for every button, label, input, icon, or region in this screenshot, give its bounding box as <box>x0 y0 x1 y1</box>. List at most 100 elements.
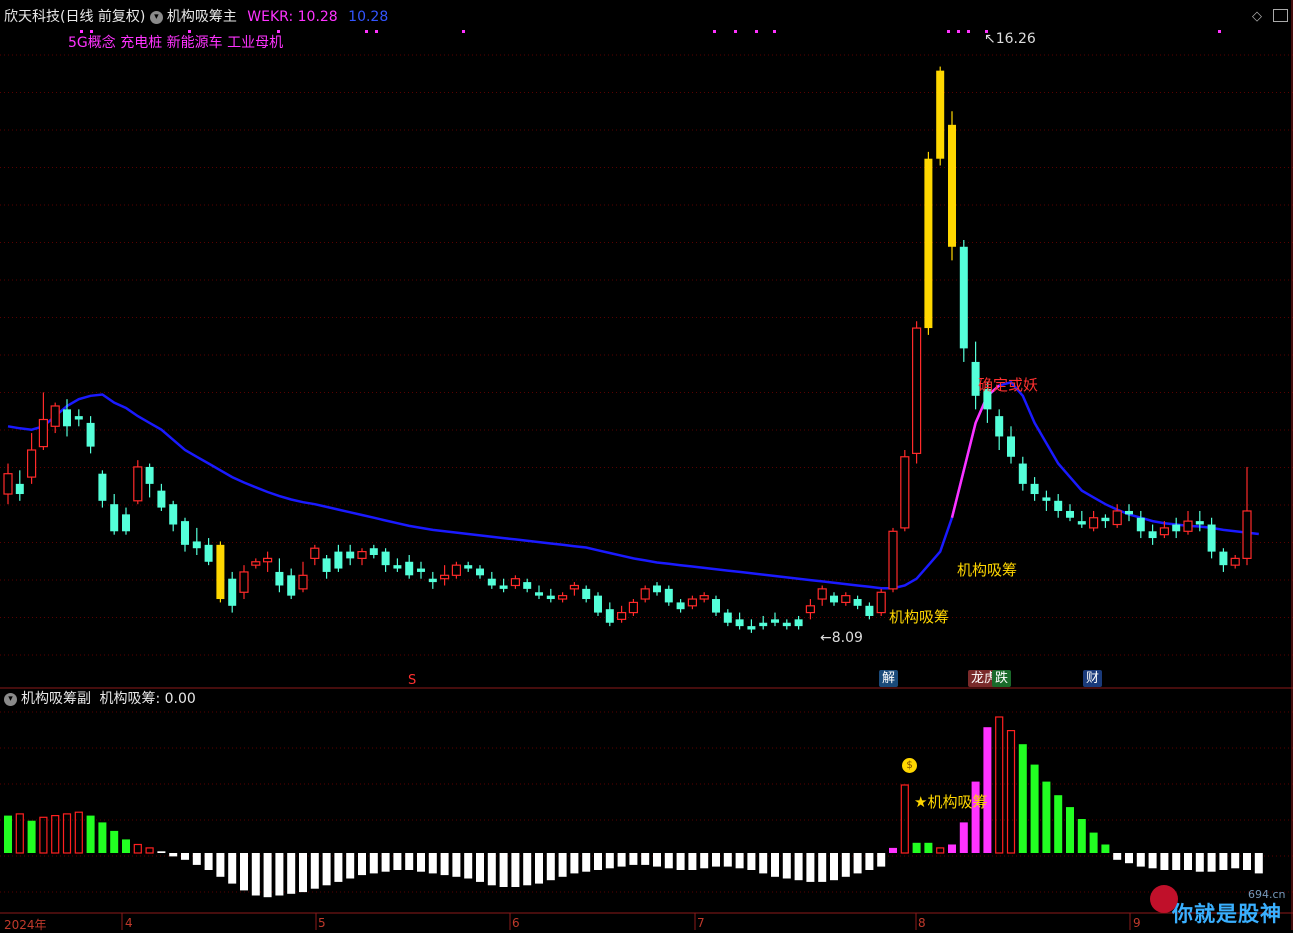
candle-body <box>841 595 851 604</box>
candle-body <box>747 626 756 630</box>
sub-bar <box>546 853 555 881</box>
candle-body <box>1054 500 1063 511</box>
sub-bar <box>1231 853 1240 869</box>
candle-body <box>653 585 661 593</box>
sub-bar <box>334 853 343 882</box>
sub-bar <box>381 853 390 872</box>
sub-bar <box>818 853 827 882</box>
signal-dot <box>462 30 465 33</box>
header-bar: 欣天科技(日线 前复权) ▾ 机构吸筹主 WEKR: 10.28 10.28 <box>4 8 388 26</box>
signal-dot <box>713 30 716 33</box>
event-die-tag[interactable]: 跌 <box>992 670 1012 687</box>
stock-name: 欣天科技 <box>4 9 60 25</box>
sub-bar <box>145 847 154 854</box>
sub-bar <box>487 853 496 886</box>
sub-bar <box>476 853 484 882</box>
candle-body <box>664 588 673 603</box>
sub-bar <box>570 853 579 874</box>
diamond-icon[interactable]: ◇ <box>1252 9 1262 24</box>
candle-body <box>1172 524 1181 532</box>
candle-body <box>1148 531 1157 539</box>
sub-bar <box>1160 853 1169 870</box>
sub-bar <box>157 851 166 853</box>
candle-body <box>865 605 874 616</box>
concept-tags: 5G概念 充电桩 新能源车 工业母机 <box>68 35 284 51</box>
candle-body <box>1195 521 1204 525</box>
sub-bar <box>1207 853 1216 872</box>
candle-body <box>936 70 945 159</box>
candle-body <box>322 558 331 572</box>
sub-bar <box>110 830 119 853</box>
candle-body <box>1125 510 1133 515</box>
sub-value: 0.00 <box>164 691 196 707</box>
candle-body <box>1219 551 1228 566</box>
candle-body <box>110 504 119 532</box>
sub-bar <box>169 853 178 857</box>
candle-body <box>900 456 910 529</box>
candle-body <box>298 574 308 590</box>
candle-body <box>157 490 166 508</box>
indicator-name[interactable]: 机构吸筹主 <box>167 9 237 25</box>
sub-bar <box>228 853 237 884</box>
signal-label-1: 机构吸筹 <box>889 608 950 626</box>
maximize-icon[interactable] <box>1273 9 1288 22</box>
candle-body <box>546 595 555 600</box>
event-s-tag[interactable]: S <box>405 672 419 689</box>
event-cai-tag[interactable]: 财 <box>1083 670 1103 687</box>
candle-body <box>676 602 685 610</box>
signal-dot <box>188 30 191 33</box>
sub-title[interactable]: 机构吸筹副 <box>21 691 91 707</box>
signal-label-2: 机构吸筹 <box>957 561 1018 579</box>
signal-dot <box>375 30 378 33</box>
sub-dropdown-icon[interactable]: ▾ <box>4 692 17 706</box>
candle-body <box>251 561 261 566</box>
candle-body <box>381 551 390 566</box>
money-bag-icon: $ <box>902 758 917 773</box>
sub-bar <box>735 853 744 869</box>
event-jie-tag[interactable]: 解 <box>879 670 899 687</box>
stock-chart-canvas[interactable] <box>0 0 1293 930</box>
sub-bar <box>558 853 567 877</box>
candle-body <box>853 599 862 606</box>
sub-bar <box>417 853 425 872</box>
signal-dot <box>80 30 83 33</box>
candle-body <box>830 595 838 603</box>
candle-body <box>417 568 425 572</box>
signal-dot <box>773 30 776 33</box>
sub-bar <box>1077 819 1086 853</box>
sub-bar <box>676 853 685 870</box>
candle-body <box>346 551 355 559</box>
signal-dot <box>967 30 970 33</box>
candle-body <box>628 601 639 614</box>
candle-body <box>735 619 744 627</box>
sub-bar <box>1018 744 1027 853</box>
sub-bar <box>1089 832 1098 853</box>
low-price-marker: ←8.09 <box>820 630 863 646</box>
sub-bar <box>275 853 284 896</box>
sub-panel-header: ▾ 机构吸筹副 机构吸筹: 0.00 <box>4 690 196 708</box>
ma-line <box>7 380 1259 590</box>
candle-body <box>1042 497 1051 501</box>
candle-body <box>357 551 367 559</box>
sub-bar <box>1148 853 1157 869</box>
sub-bar <box>499 853 508 887</box>
candle-body <box>1101 517 1110 522</box>
sub-bar <box>535 853 543 884</box>
sub-bar <box>617 853 626 867</box>
sub-bar <box>51 814 60 854</box>
signal-dot <box>90 30 93 33</box>
sub-bar <box>216 853 225 877</box>
candle-body <box>310 547 320 559</box>
sub-bar <box>1195 853 1204 872</box>
candle-body <box>275 571 284 586</box>
x-label-year: 2024年 <box>4 918 47 932</box>
candle-body <box>510 578 520 587</box>
candle-body <box>1136 517 1145 532</box>
candle-body <box>959 246 968 349</box>
candle-body <box>122 514 130 532</box>
x-label-m4: 4 <box>125 916 133 930</box>
candle-body <box>334 551 343 569</box>
sub-bar <box>936 847 945 854</box>
dropdown-icon[interactable]: ▾ <box>149 10 163 24</box>
candle-body <box>1183 520 1193 532</box>
